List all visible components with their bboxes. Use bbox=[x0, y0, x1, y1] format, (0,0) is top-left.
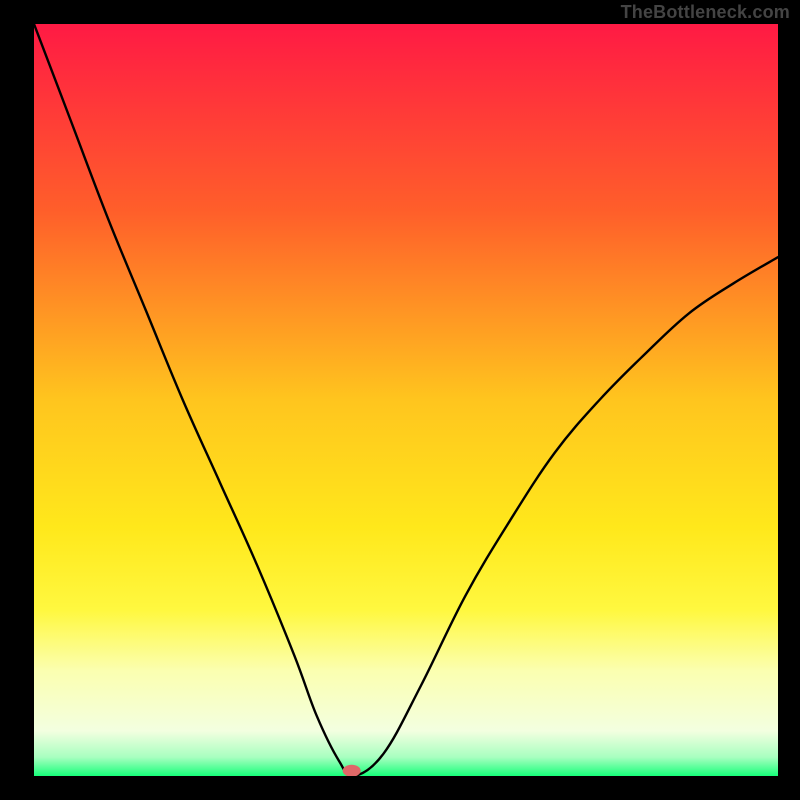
watermark-text: TheBottleneck.com bbox=[621, 2, 790, 23]
gradient-background bbox=[34, 24, 778, 776]
plot-area bbox=[34, 24, 778, 776]
chart-svg bbox=[34, 24, 778, 776]
chart-frame: TheBottleneck.com bbox=[0, 0, 800, 800]
